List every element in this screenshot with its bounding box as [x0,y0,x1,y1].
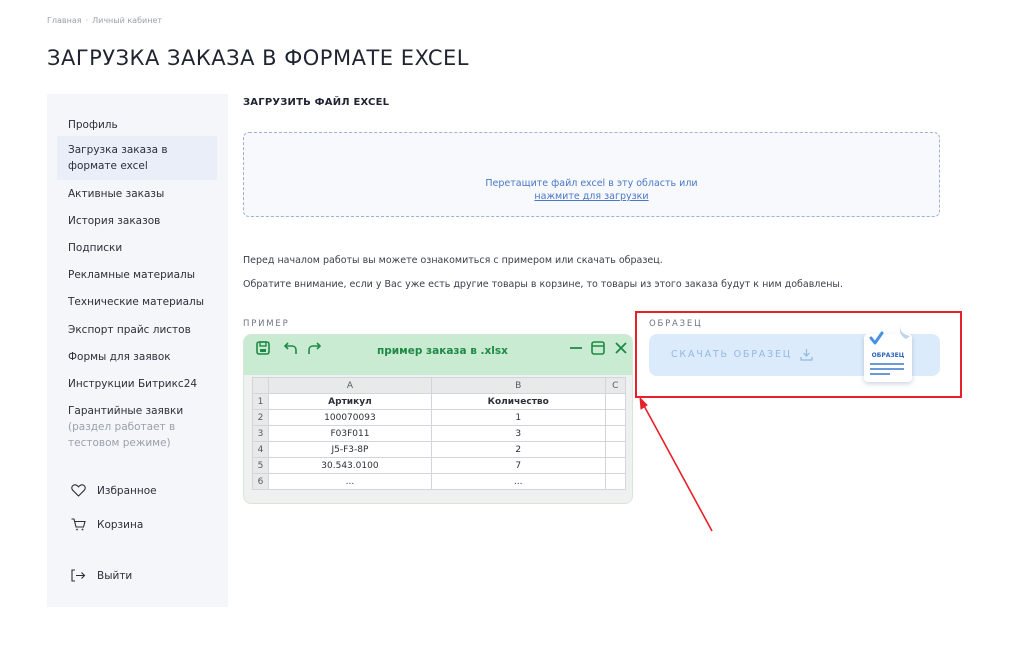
cell: ... [268,473,432,490]
upload-section-title: ЗАГРУЗИТЬ ФАЙЛ EXCEL [243,97,390,108]
sidebar-item-price-export[interactable]: Экспорт прайс листов [68,322,191,338]
column-header: A [268,377,432,394]
cart-icon [71,518,86,531]
cart-label: Корзина [97,518,144,531]
cell: J5-F3-8P [268,441,432,458]
excel-example-window: пример заказа в .xlsx A B C 1 Артикул Ко… [243,334,633,504]
breadcrumb-current: Личный кабинет [92,16,163,25]
table-row: 6 ... ... [252,473,627,490]
cell: Артикул [268,393,432,410]
dropzone-instruction: Перетащите файл excel в эту область или [485,178,698,189]
sidebar-item-note: тестовом режиме) [68,437,171,449]
corner-cell [252,377,269,394]
cell: 7 [430,457,606,474]
table-row: 2 100070093 1 [252,409,627,426]
breadcrumb-separator: · [85,16,89,25]
sidebar-item-profile[interactable]: Профиль [68,117,118,133]
cell: F03F011 [268,425,432,442]
cell [604,393,627,410]
cell [604,409,627,426]
file-dropzone[interactable]: Перетащите файл excel в эту область или … [243,132,940,217]
excel-title-bar: пример заказа в .xlsx [244,335,632,375]
sidebar-item-active-orders[interactable]: Активные заказы [68,186,164,202]
maximize-icon [591,341,605,355]
highlight-box [635,311,962,398]
column-header-row: A B C [252,377,627,394]
row-number: 2 [252,409,269,426]
table-row: 1 Артикул Количество [252,393,627,410]
sidebar-item-note: (раздел работает в [68,421,176,433]
sidebar-item-tech-materials[interactable]: Технические материалы [68,294,204,310]
cell: 1 [430,409,606,426]
row-number: 6 [252,473,269,490]
heart-icon [71,484,86,497]
close-icon [615,342,627,354]
sidebar-item-order-history[interactable]: История заказов [68,213,160,229]
sidebar-item-ad-materials[interactable]: Рекламные материалы [68,267,195,283]
logout-label: Выйти [97,569,133,582]
sidebar: Профиль Загрузка заказа в формате excel … [47,94,228,607]
sidebar-item-warranty[interactable]: Гарантийные заявки (раздел работает в те… [68,403,183,451]
cell [604,441,627,458]
row-number: 4 [252,441,269,458]
sidebar-favorites[interactable]: Избранное [71,484,157,497]
undo-icon [284,342,297,354]
cell: 2 [430,441,606,458]
cell: 100070093 [268,409,432,426]
cell: Количество [430,393,606,410]
cell [604,457,627,474]
redo-icon [308,342,321,354]
dropzone-text-block: Перетащите файл excel в эту область или … [244,177,939,203]
dropzone-upload-link[interactable]: нажмите для загрузки [244,190,939,203]
sidebar-item-label: формате excel [68,160,148,172]
sidebar-item-subscriptions[interactable]: Подписки [68,240,122,256]
sidebar-item-request-forms[interactable]: Формы для заявок [68,349,171,365]
sidebar-item-label: Гарантийные заявки [68,405,184,417]
cell: 3 [430,425,606,442]
sidebar-item-excel-upload[interactable]: Загрузка заказа в формате excel [57,136,217,180]
page-title: ЗАГРУЗКА ЗАКАЗА В ФОРМАТЕ EXCEL [47,46,469,70]
info-text-example: Перед началом работы вы можете ознакомит… [243,255,663,266]
sidebar-item-label: Загрузка заказа в [68,144,168,156]
logout-icon [71,569,86,582]
breadcrumb-home[interactable]: Главная [47,16,82,25]
minimize-icon [570,347,582,349]
cell [604,473,627,490]
favorites-label: Избранное [97,484,157,497]
column-header: C [604,377,627,394]
excel-grid: A B C 1 Артикул Количество 2 100070093 1… [252,377,627,490]
sidebar-logout[interactable]: Выйти [71,569,132,582]
row-number: 3 [252,425,269,442]
table-row: 3 F03F011 3 [252,425,627,442]
cell: ... [430,473,606,490]
row-number: 1 [252,393,269,410]
sidebar-item-bitrix-instructions[interactable]: Инструкции Битрикс24 [68,376,197,392]
table-row: 5 30.543.0100 7 [252,457,627,474]
row-number: 5 [252,457,269,474]
cell [604,425,627,442]
info-text-cart-notice: Обратите внимание, если у Вас уже есть д… [243,279,843,290]
table-row: 4 J5-F3-8P 2 [252,441,627,458]
cell: 30.543.0100 [268,457,432,474]
column-header: B [430,377,606,394]
sidebar-cart[interactable]: Корзина [71,518,143,531]
excel-window-title: пример заказа в .xlsx [377,345,508,357]
breadcrumb: Главная · Личный кабинет [47,16,162,25]
save-icon [256,341,270,355]
example-label: ПРИМЕР [243,319,290,329]
